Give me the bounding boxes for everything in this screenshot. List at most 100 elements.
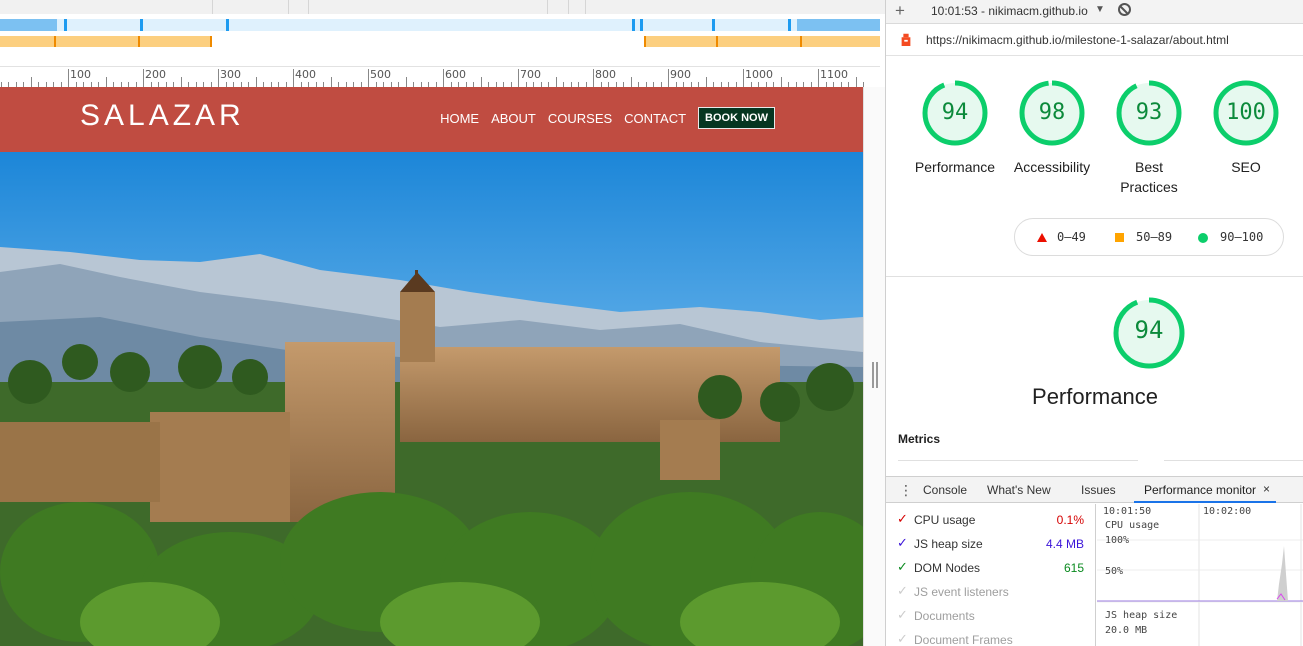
graph-time-2: 10:02:00 (1203, 506, 1252, 517)
ruler-label: 700 (520, 68, 541, 81)
fail-triangle-icon (1037, 233, 1047, 242)
legend-range-pass: 90–100 (1220, 230, 1264, 244)
main-score-value: 94 (1134, 316, 1164, 344)
tab-performance-monitor[interactable]: Performance monitor (1144, 483, 1256, 497)
checkmark-icon[interactable]: ✓ (897, 535, 908, 551)
cpu-spike (1277, 546, 1288, 601)
monitor-name: JS event listeners (914, 585, 1009, 599)
nav-courses-link[interactable]: COURSES (548, 111, 612, 126)
split-resizer[interactable] (863, 87, 885, 646)
monitor-row[interactable]: ✓ JS heap size 4.4 MB (886, 532, 1096, 556)
category-label: SEO (1231, 159, 1261, 175)
graph-time-1: 10:01:50 (1103, 506, 1152, 517)
metrics-divider (1164, 460, 1303, 461)
monitor-row[interactable]: ✓ Document Frames (886, 628, 1096, 646)
new-report-plus-icon[interactable]: + (895, 1, 905, 21)
tab-whats-new[interactable]: What's New (987, 483, 1051, 497)
metrics-divider (898, 460, 1138, 461)
timeline-overview-strip (0, 0, 885, 14)
ruler-label: 400 (295, 68, 316, 81)
pixel-ruler: 100 200 300 400 500 600 700 800 900 1000 1100 (0, 66, 880, 89)
close-tab-icon[interactable]: × (1263, 482, 1270, 496)
gauge-performance[interactable]: 94 Performance (907, 80, 1003, 177)
monitor-row[interactable]: ✓ JS event listeners (886, 580, 1096, 604)
monitor-row[interactable]: ✓ DOM Nodes 615 (886, 556, 1096, 580)
report-url-bar: https://nikimacm.github.io/milestone-1-s… (886, 26, 1303, 56)
category-label: Performance (914, 159, 996, 175)
tab-issues[interactable]: Issues (1081, 483, 1116, 497)
graph-heap-value: 20.0 MB (1105, 625, 1148, 636)
nav-contact-link[interactable]: CONTACT (624, 111, 686, 126)
monitor-list: ✓ CPU usage 0.1% ✓ JS heap size 4.4 MB ✓ DOM No… (886, 504, 1096, 646)
chevron-down-icon[interactable]: ▼ (1095, 4, 1105, 15)
graph-cpu-100: 100% (1105, 535, 1130, 546)
score-value: 93 (1135, 100, 1163, 125)
ruler-label: 1100 (820, 68, 848, 81)
monitor-name: CPU usage (914, 513, 976, 527)
site-header: SALAZAR HOME ABOUT COURSES CONTACT BOOK … (0, 87, 863, 152)
graph-heap-label: JS heap size (1105, 610, 1178, 621)
lighthouse-icon (901, 33, 911, 46)
ruler-label: 300 (220, 68, 241, 81)
monitor-name: Document Frames (914, 633, 1013, 646)
active-tab-indicator (1134, 501, 1276, 503)
drawer-tab-bar: ⋮ Console What's New Issues Performance … (886, 476, 1303, 503)
clear-report-icon[interactable] (1118, 3, 1131, 16)
report-selector[interactable]: 10:01:53 - nikimacm.github.io (931, 4, 1088, 18)
graph-cpu-label: CPU usage (1105, 520, 1160, 531)
drawer-menu-icon[interactable]: ⋮ (899, 482, 913, 499)
monitor-value: 615 (1063, 561, 1084, 575)
ruler-label: 100 (70, 68, 91, 81)
score-value: 98 (1038, 100, 1066, 125)
page-preview-pane: 100 200 300 400 500 600 700 800 900 1000 1100 SALA… (0, 0, 885, 646)
report-url[interactable]: https://nikimacm.github.io/milestone-1-s… (926, 33, 1229, 47)
monitor-value: 0.1% (1056, 513, 1084, 527)
checkmark-icon[interactable]: ✓ (897, 607, 908, 623)
performance-main-gauge: 94 (1112, 296, 1186, 375)
resize-grip-icon[interactable] (872, 362, 878, 388)
nav-about-link[interactable]: ABOUT (491, 111, 536, 126)
monitor-row[interactable]: ✓ CPU usage 0.1% (886, 508, 1096, 532)
report-toolbar: + 10:01:53 - nikimacm.github.io ▼ (886, 0, 1303, 24)
monitor-name: Documents (914, 609, 975, 623)
website-preview: SALAZAR HOME ABOUT COURSES CONTACT BOOK … (0, 87, 863, 646)
monitor-value: 4.4 MB (1045, 537, 1084, 551)
average-square-icon (1115, 233, 1124, 242)
monitor-name: JS heap size (914, 537, 983, 551)
performance-title: Performance (1032, 384, 1158, 409)
metrics-heading: Metrics (898, 432, 941, 446)
hero-image-alhambra (0, 152, 863, 646)
monitor-row[interactable]: ✓ Documents (886, 604, 1096, 628)
lighthouse-panel: + 10:01:53 - nikimacm.github.io ▼ https:… (885, 0, 1303, 646)
ruler-label: 600 (445, 68, 466, 81)
category-label: Best Practices (1120, 159, 1178, 195)
ruler-label: 1000 (745, 68, 773, 81)
checkmark-icon[interactable]: ✓ (897, 583, 908, 599)
ruler-label: 500 (370, 68, 391, 81)
network-track[interactable] (0, 19, 880, 31)
checkmark-icon[interactable]: ✓ (897, 511, 908, 527)
ruler-label: 800 (595, 68, 616, 81)
book-now-button[interactable]: BOOK NOW (698, 107, 775, 129)
monitor-name: DOM Nodes (914, 561, 981, 575)
checkmark-icon[interactable]: ✓ (897, 631, 908, 646)
site-logo[interactable]: SALAZAR (80, 99, 245, 133)
legend-range-fail: 0–49 (1057, 230, 1086, 244)
monitor-graph: 10:01:50 10:02:00 1 CPU usage 100% 50% J… (1097, 504, 1303, 646)
pass-circle-icon (1198, 233, 1208, 243)
ruler-label: 900 (670, 68, 691, 81)
nav-home-link[interactable]: HOME (440, 111, 479, 126)
scripting-track[interactable] (0, 36, 880, 47)
ruler-label: 200 (145, 68, 166, 81)
score-value: 94 (941, 100, 969, 125)
legend-range-average: 50–89 (1136, 230, 1173, 244)
category-label: Accessibility (1013, 159, 1091, 175)
gauge-best-practices[interactable]: 93 Best Practices (1101, 80, 1197, 197)
checkmark-icon[interactable]: ✓ (897, 559, 908, 575)
tab-console[interactable]: Console (923, 483, 967, 497)
gauge-accessibility[interactable]: 98 Accessibility (1004, 80, 1100, 177)
score-value: 100 (1226, 100, 1266, 125)
screenshot-root: 100 200 300 400 500 600 700 800 900 1000 1100 SALA… (0, 0, 1303, 646)
site-nav: HOME ABOUT COURSES CONTACT BOOK NOW (440, 107, 775, 129)
gauge-seo[interactable]: 100 SEO (1198, 80, 1294, 177)
